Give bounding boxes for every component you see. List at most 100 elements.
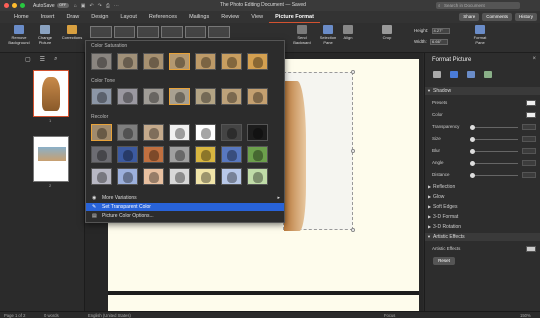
zoom-level[interactable]: 150% <box>520 313 531 318</box>
color-swatch[interactable] <box>169 146 190 163</box>
redo-icon[interactable]: ↷ <box>98 3 102 9</box>
color-swatch[interactable] <box>91 88 112 105</box>
search-pane-icon[interactable]: ⌕ <box>54 56 57 63</box>
blur-value[interactable] <box>522 148 536 154</box>
page-thumbnail-1[interactable] <box>33 70 69 117</box>
color-swatch[interactable] <box>221 124 242 141</box>
color-swatch[interactable] <box>91 146 112 163</box>
save-icon[interactable]: ▣ <box>81 3 86 9</box>
color-swatch[interactable] <box>169 88 190 105</box>
color-swatch[interactable] <box>221 88 242 105</box>
tab-home[interactable]: Home <box>8 11 35 23</box>
angle-slider[interactable] <box>470 162 518 164</box>
tab-references[interactable]: References <box>143 11 183 23</box>
slider-knob[interactable] <box>470 160 475 166</box>
color-swatch[interactable] <box>117 88 138 105</box>
color-swatch[interactable] <box>117 53 138 70</box>
page-count[interactable]: Page 1 of 2 <box>4 313 25 318</box>
distance-value[interactable] <box>522 172 536 178</box>
presets-dropdown[interactable] <box>526 100 536 106</box>
picture-styles-gallery[interactable] <box>90 26 231 38</box>
color-swatch[interactable] <box>195 53 216 70</box>
history-button[interactable]: History <box>514 13 537 21</box>
glow-section[interactable]: ▶ Glow <box>425 193 540 201</box>
picture-color-options-item[interactable]: ▤ Picture Color Options... <box>86 212 284 220</box>
resize-handle[interactable] <box>351 70 355 74</box>
effects-icon[interactable] <box>450 71 458 78</box>
zoom-window-button[interactable] <box>20 3 25 8</box>
tab-insert[interactable]: Insert <box>35 11 61 23</box>
shadow-section[interactable]: ▼ Shadow <box>425 87 540 95</box>
tab-mailings[interactable]: Mailings <box>183 11 215 23</box>
tab-design[interactable]: Design <box>85 11 114 23</box>
color-swatch[interactable] <box>247 168 268 185</box>
soft-edges-section[interactable]: ▶ Soft Edges <box>425 203 540 211</box>
color-swatch[interactable] <box>143 124 164 141</box>
send-backward-button[interactable]: Send Backward <box>290 25 314 45</box>
style-swatch[interactable] <box>90 26 112 38</box>
color-swatch[interactable] <box>195 124 216 141</box>
color-swatch[interactable] <box>195 88 216 105</box>
home-icon[interactable]: ⌂ <box>74 3 77 9</box>
height-field[interactable]: Height: 4.27" <box>414 28 450 34</box>
artistic-effects-dropdown[interactable] <box>526 246 536 252</box>
color-swatch[interactable] <box>143 53 164 70</box>
reflection-section[interactable]: ▶ Reflection <box>425 183 540 191</box>
fill-line-icon[interactable] <box>433 71 441 78</box>
3d-format-section[interactable]: ▶ 3-D Format <box>425 213 540 221</box>
outline-icon[interactable]: ☰ <box>40 56 45 63</box>
size-slider[interactable] <box>470 138 518 140</box>
width-field[interactable]: Width: 6.66" <box>414 39 449 45</box>
color-swatch[interactable] <box>247 53 268 70</box>
transparency-slider[interactable] <box>470 126 518 128</box>
selected-picture[interactable] <box>281 70 355 232</box>
selection-pane-button[interactable]: Selection Pane <box>318 25 338 45</box>
color-swatch[interactable] <box>247 88 268 105</box>
blur-slider[interactable] <box>470 150 518 152</box>
shadow-color-picker[interactable] <box>526 112 536 118</box>
slider-knob[interactable] <box>470 124 475 130</box>
document-page-2[interactable] <box>108 295 419 311</box>
color-swatch[interactable] <box>221 168 242 185</box>
3d-rotation-section[interactable]: ▶ 3-D Rotation <box>425 223 540 231</box>
tab-layout[interactable]: Layout <box>114 11 143 23</box>
height-value[interactable]: 4.27" <box>431 28 450 34</box>
color-swatch[interactable] <box>221 146 242 163</box>
corrections-button[interactable]: Corrections <box>60 25 84 41</box>
angle-value[interactable] <box>522 160 536 166</box>
distance-slider[interactable] <box>470 174 518 176</box>
color-swatch[interactable] <box>221 53 242 70</box>
comments-button[interactable]: Comments <box>482 13 512 21</box>
picture-icon[interactable] <box>484 71 492 78</box>
style-swatch[interactable] <box>113 26 136 38</box>
slider-knob[interactable] <box>470 172 475 178</box>
color-swatch[interactable] <box>117 146 138 163</box>
align-button[interactable]: Align <box>341 25 355 41</box>
color-swatch[interactable] <box>195 146 216 163</box>
style-swatch[interactable] <box>184 26 207 38</box>
tab-view[interactable]: View <box>245 11 269 23</box>
minimize-window-button[interactable] <box>12 3 17 8</box>
autosave-toggle[interactable]: OFF <box>56 3 69 8</box>
change-picture-button[interactable]: Change Picture <box>34 25 56 45</box>
set-transparent-color-item[interactable]: ✎ Set Transparent Color <box>86 203 284 211</box>
tab-review[interactable]: Review <box>215 11 245 23</box>
reset-button[interactable]: Reset <box>433 257 455 265</box>
color-swatch[interactable] <box>91 168 112 185</box>
width-value[interactable]: 6.66" <box>430 39 449 45</box>
close-icon[interactable]: × <box>532 56 536 62</box>
color-swatch[interactable] <box>91 124 112 141</box>
crop-button[interactable]: Crop <box>380 25 394 41</box>
format-pane-button[interactable]: Format Pane <box>470 25 490 45</box>
page-thumbnail-2[interactable] <box>33 136 69 182</box>
color-swatch[interactable] <box>169 168 190 185</box>
resize-handle[interactable] <box>351 149 355 153</box>
focus-button[interactable]: Focus <box>384 313 395 318</box>
language-indicator[interactable]: English (United States) <box>88 313 131 318</box>
style-swatch[interactable] <box>137 26 160 38</box>
remove-background-button[interactable]: Remove Background <box>8 25 30 45</box>
color-swatch[interactable] <box>143 168 164 185</box>
color-swatch[interactable] <box>117 124 138 141</box>
search-input[interactable]: ⌕ Search in Document <box>436 2 520 9</box>
word-count[interactable]: 0 words <box>44 313 59 318</box>
